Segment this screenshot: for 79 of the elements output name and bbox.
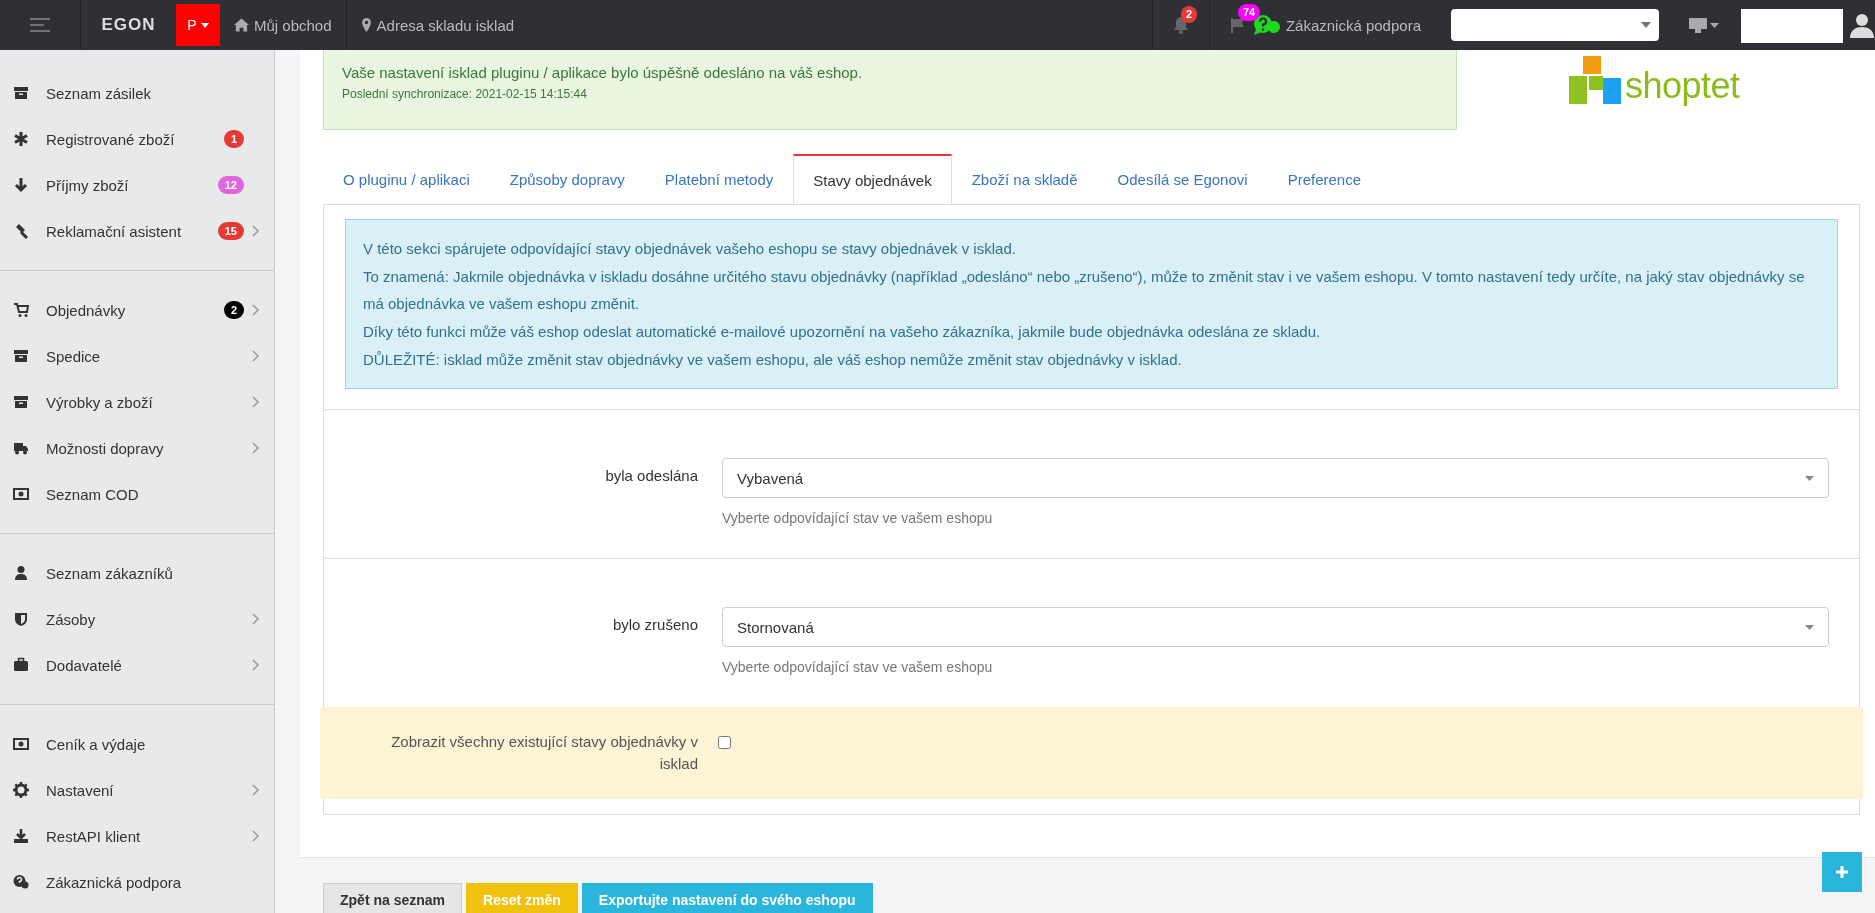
field-label: byla odeslána (604, 466, 698, 486)
archive-icon (13, 85, 29, 101)
sidebar-item[interactable]: Objednávky 2 (0, 287, 274, 333)
message-count: 74 (1237, 4, 1261, 21)
caret-icon (1641, 22, 1651, 28)
sync-time: Poslední synchronizace: 2021-02-15 14:15:44 (342, 87, 588, 101)
info-text: DŮLEŽITÉ: isklad může změnit stav objednávky ve vašem eshopu, ale váš eshop nemůže změnit stav objednávky v isklad. (363, 350, 1183, 370)
brand-name: shoptet (1625, 68, 1740, 104)
info-text: To znamená: Jakmile objednávka v iskladu dosáhne určitého stavu objednávky (například „odesláno“ nebo „zrušeno“), může to změnit stav i ve vašem eshopu. V tomto nastavení tedy určíte, na jaký stav objednávky se má objednávka ve vašem eshopu změnit. (363, 267, 1806, 314)
help-text: Vyberte odpovídající stav ve vašem eshopu (722, 510, 994, 526)
help-text: Vyberte odpovídající stav ve vašem eshopu (722, 659, 994, 675)
sidebar-item[interactable]: Reklamační asistent 15 (0, 208, 274, 254)
tab[interactable]: Preference (1267, 154, 1381, 204)
plus-icon (1836, 866, 1848, 878)
money-icon (13, 486, 29, 502)
input-field[interactable] (1741, 9, 1843, 43)
info-text: Díky této funkci může váš eshop odeslat automatické e-mailové upozornění na vašeho zákazníka, jakmile bude objednávka odeslána ze skladu. (363, 322, 1322, 342)
archive-icon (13, 348, 29, 364)
caret-icon (200, 22, 209, 28)
sidebar-item[interactable]: Příjmy zboží 12 (0, 162, 274, 208)
sidebar-item[interactable]: Seznam COD (0, 471, 274, 517)
caret-icon (1710, 22, 1719, 28)
info-text: V této sekci spárujete odpovídající stavy objednávek vašeho eshopu se stavy objednávek v isklad. (363, 239, 1017, 259)
money-icon (13, 736, 29, 752)
sidebar-item[interactable]: Dodavatelé (0, 642, 274, 688)
tab[interactable]: Platební metody (644, 154, 794, 204)
flag-icon[interactable] (1229, 17, 1246, 33)
menu-icon[interactable] (30, 18, 50, 32)
tab[interactable]: Odesílá se Egonovi (1097, 154, 1268, 204)
map-marker-icon (360, 18, 372, 32)
chat-question-icon (1251, 14, 1282, 36)
sidebar-item[interactable]: Spedice (0, 333, 274, 379)
field-label: bylo zrušeno (611, 615, 698, 635)
user-icon[interactable] (1849, 12, 1875, 38)
status-select[interactable]: Vybavená (722, 458, 1829, 498)
sidebar-item[interactable]: Zákaznická podpora (0, 859, 274, 905)
caret-icon (1805, 624, 1814, 630)
count-badge: 15 (217, 222, 244, 240)
sidebar-item[interactable]: Registrované zboží 1 (0, 116, 274, 162)
home-icon (234, 18, 249, 32)
tab[interactable]: O pluginu / aplikaci (323, 154, 490, 204)
count-badge: 12 (217, 176, 244, 194)
notification-count: 2 (1180, 6, 1198, 23)
tab[interactable]: Zboží na skladě (951, 154, 1098, 204)
checkbox[interactable] (718, 736, 731, 749)
tab[interactable]: Stavy objednávek (793, 154, 952, 205)
asterisk-icon (13, 131, 29, 147)
archive-icon (13, 394, 29, 410)
briefcase-icon (13, 657, 29, 673)
caret-icon (1805, 475, 1814, 481)
count-badge: 1 (223, 130, 244, 148)
checkbox-label: Zobrazit všechny existující stavy objednávky v isklad (390, 732, 698, 774)
sidebar-item[interactable]: RestAPI klient (0, 813, 274, 859)
arrow-down-icon (13, 177, 29, 193)
download-icon (13, 828, 29, 844)
sidebar-item[interactable]: Seznam zásilek (0, 70, 274, 116)
sidebar-item[interactable]: Možnosti dopravy (0, 425, 274, 471)
shield-icon (13, 611, 29, 627)
count-badge: 2 (223, 301, 244, 319)
sidebar-item[interactable]: Ceník a výdaje (0, 721, 274, 767)
user-icon (13, 565, 29, 581)
add-button[interactable] (1822, 852, 1862, 892)
logo[interactable]: EGON (101, 15, 156, 35)
back-button[interactable]: Zpět na seznam (323, 883, 463, 913)
status-select[interactable]: Stornovaná (722, 607, 1829, 647)
gear-icon (13, 782, 29, 798)
sidebar-item[interactable]: Zásoby (0, 596, 274, 642)
squares-logo-icon (1569, 56, 1621, 104)
cart-icon (13, 302, 29, 318)
question-icon (13, 874, 29, 890)
sidebar-item[interactable]: Seznam zákazníků (0, 550, 274, 596)
alert-message: Vaše nastavení isklad pluginu / aplikace bylo úspěšně odesláno na váš eshop. (342, 64, 863, 81)
monitor-icon (1689, 17, 1707, 33)
sidebar-item[interactable]: Nastavení (0, 767, 274, 813)
tab[interactable]: Způsoby dopravy (489, 154, 645, 204)
truck-icon (13, 440, 29, 456)
shop-button[interactable]: P (176, 4, 220, 46)
sidebar-item[interactable]: Výrobky a zboží (0, 379, 274, 425)
nav-link[interactable]: Adresa skladu isklad (346, 0, 529, 50)
